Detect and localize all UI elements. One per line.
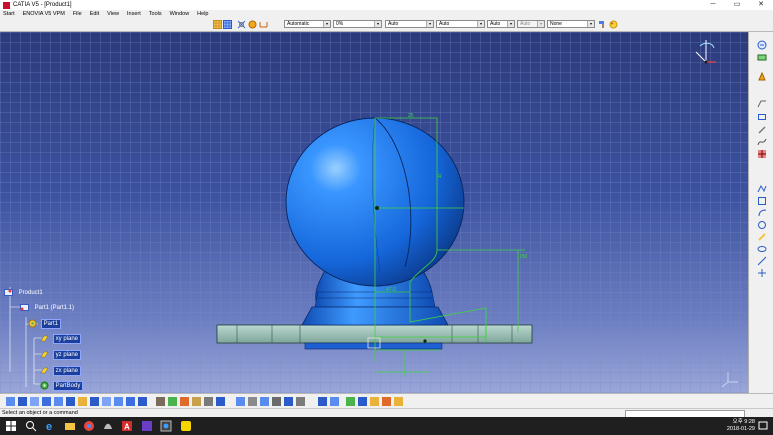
format-painter-icon[interactable] xyxy=(598,20,607,29)
autocad-icon[interactable]: A xyxy=(121,420,133,432)
system-clock[interactable]: 오후 9:28 2018-01-29 xyxy=(727,419,755,433)
menu-file[interactable]: File xyxy=(73,11,82,17)
dim-top[interactable]: 25 xyxy=(408,113,414,119)
product-icon xyxy=(4,288,13,297)
plane-icon xyxy=(40,366,49,375)
profile-icon[interactable] xyxy=(757,98,767,108)
base-plate[interactable] xyxy=(216,324,533,344)
line-type-combo[interactable]: Auto ▾ xyxy=(436,20,485,28)
menu-tools[interactable]: Tools xyxy=(149,11,162,17)
chrome-icon[interactable] xyxy=(83,420,95,432)
svg-text:e: e xyxy=(46,421,52,432)
partbody-gear-icon xyxy=(40,381,49,390)
catia-app-icon xyxy=(3,1,10,9)
menu-bar: Start ENOVIA V5 VPM File Edit View Inser… xyxy=(0,10,773,18)
tree-item-xy-plane[interactable]: xy plane xyxy=(40,334,82,345)
tree-item-partbody[interactable]: PartBody xyxy=(40,381,84,392)
rendering-style-combo: Auto ▾ xyxy=(517,20,545,28)
menu-window[interactable]: Window xyxy=(170,11,190,17)
sketcher-icon[interactable] xyxy=(757,52,767,62)
part-instance-icon xyxy=(20,303,29,312)
close-button[interactable]: ✕ xyxy=(749,0,773,10)
title-bar: CATIA V5 - [Product1] ─ ▭ ✕ xyxy=(0,0,773,10)
rectangle-icon[interactable] xyxy=(757,112,767,122)
window-title: CATIA V5 - [Product1] xyxy=(13,2,72,8)
maximize-button[interactable]: ▭ xyxy=(725,0,749,10)
point-icon[interactable] xyxy=(757,268,767,278)
snap-grid-icon[interactable] xyxy=(223,20,232,29)
plane-icon xyxy=(40,334,49,343)
os-taskbar: e A 오후 9:28 2018-01-29 xyxy=(0,417,773,435)
menu-enovia[interactable]: ENOVIA V5 VPM xyxy=(23,11,65,17)
right-toolbar xyxy=(748,32,773,393)
pen-icon[interactable] xyxy=(757,232,767,242)
axis-icon[interactable] xyxy=(757,256,767,266)
kakaotalk-icon[interactable] xyxy=(180,420,192,432)
constraint-icon[interactable] xyxy=(248,20,257,29)
tree-item-zx-plane[interactable]: zx plane xyxy=(40,366,82,377)
menu-help[interactable]: Help xyxy=(197,11,208,17)
edge-browser-icon[interactable]: e xyxy=(45,420,57,433)
catia-taskbar-icon[interactable] xyxy=(160,420,172,432)
menu-insert[interactable]: Insert xyxy=(127,11,141,17)
tree-item-product1[interactable]: Product1 xyxy=(4,288,45,297)
spline-icon[interactable] xyxy=(757,137,767,147)
line-thickness-combo[interactable]: Auto ▾ xyxy=(385,20,434,28)
view-icon-group[interactable] xyxy=(6,397,147,406)
bottom-toolbar-icons[interactable] xyxy=(4,394,424,409)
grid-view-icon[interactable] xyxy=(757,149,767,159)
plane-icon xyxy=(40,350,49,359)
dim-vertical[interactable]: 150 xyxy=(519,254,528,260)
polyline-icon[interactable] xyxy=(757,184,767,194)
svg-text:A: A xyxy=(124,423,130,432)
misc-icon-group[interactable] xyxy=(318,397,403,406)
sphere-center-point xyxy=(375,206,379,210)
circle-icon[interactable] xyxy=(757,220,767,230)
pad-icon[interactable] xyxy=(757,71,767,82)
file-explorer-icon[interactable] xyxy=(64,420,76,432)
analysis-icon-group[interactable] xyxy=(236,397,305,406)
layer-combo[interactable]: Automatic ▾ xyxy=(284,20,331,28)
tree-item-yz-plane[interactable]: yz plane xyxy=(40,350,82,361)
menu-view[interactable]: View xyxy=(107,11,119,17)
windows-start-icon[interactable] xyxy=(5,420,17,432)
minimize-button[interactable]: ─ xyxy=(701,0,725,10)
tree-item-part1[interactable]: Part1 xyxy=(28,319,62,330)
model-canvas[interactable]: 25 150 47.5 R xyxy=(0,32,748,393)
point-type-combo[interactable]: Auto ▾ xyxy=(487,20,515,28)
arc-icon[interactable] xyxy=(757,208,767,218)
search-icon[interactable] xyxy=(25,420,37,432)
compass-icon[interactable] xyxy=(695,40,716,64)
menu-start[interactable]: Start xyxy=(3,11,15,17)
pencil-icon[interactable] xyxy=(757,125,767,135)
construction-icon[interactable] xyxy=(237,20,246,29)
status-message: Select an object or a command xyxy=(2,410,78,416)
3d-viewport[interactable]: 25 150 47.5 R Product1 Part1 (Part1.1) P… xyxy=(0,32,748,393)
visual-studio-icon[interactable] xyxy=(141,420,153,432)
square-icon[interactable] xyxy=(757,196,767,206)
notification-icon[interactable] xyxy=(757,420,769,432)
transparency-combo[interactable]: 0% ▾ xyxy=(333,20,382,28)
axis-triad-icon xyxy=(721,372,738,388)
grid-icon[interactable] xyxy=(213,20,222,29)
dimension-icon[interactable] xyxy=(259,20,268,29)
dim-radius[interactable]: R xyxy=(438,174,442,180)
properties-toolbar: Automatic ▾ 0% ▾ Auto ▾ Auto ▾ Auto ▾ Auto ▾ N… xyxy=(0,18,773,32)
app-bird-icon[interactable] xyxy=(102,420,114,432)
menu-edit[interactable]: Edit xyxy=(90,11,99,17)
exit-workbench-icon[interactable] xyxy=(757,40,767,50)
bottom-toolbar xyxy=(0,393,773,409)
graphic-properties-icon[interactable] xyxy=(609,20,618,29)
ellipse-icon[interactable] xyxy=(757,244,767,254)
part-gear-icon xyxy=(28,319,37,328)
dim-mid[interactable]: 47.5 xyxy=(386,287,396,293)
layer-name-combo[interactable]: None ▾ xyxy=(547,20,595,28)
tree-item-part1-instance[interactable]: Part1 (Part1.1) xyxy=(20,303,76,312)
tools-icon-group[interactable] xyxy=(156,397,225,406)
